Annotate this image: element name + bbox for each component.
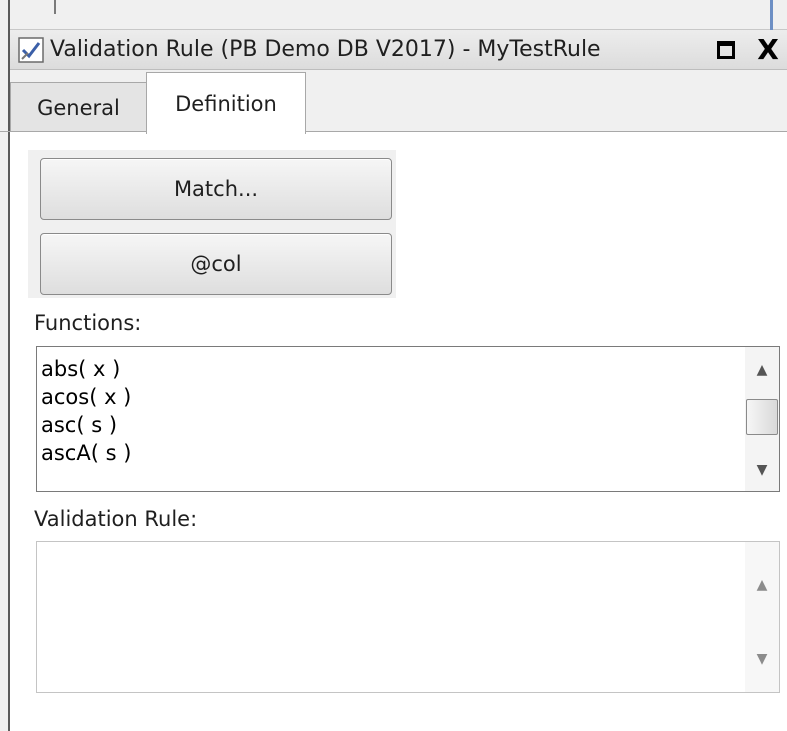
functions-list[interactable]: abs( x ) acos( x ) asc( s ) ascA( s ) ▲ …: [36, 346, 780, 492]
rule-scrollbar[interactable]: ▲ ▼: [745, 542, 779, 692]
validation-rule-label: Validation Rule:: [34, 507, 198, 531]
scroll-down-icon[interactable]: ▼: [745, 453, 779, 487]
tab-general[interactable]: General: [10, 82, 147, 132]
tab-definition[interactable]: Definition: [146, 72, 306, 134]
col-button[interactable]: @col: [40, 233, 392, 295]
functions-label: Functions:: [34, 311, 142, 335]
functions-items: abs( x ) acos( x ) asc( s ) ascA( s ): [41, 355, 131, 467]
window-title: Validation Rule (PB Demo DB V2017) - MyT…: [50, 37, 601, 62]
tab-strip: General Definition: [10, 70, 787, 134]
frame-tick: [54, 0, 56, 14]
title-bar[interactable]: Validation Rule (PB Demo DB V2017) - MyT…: [10, 30, 787, 70]
maximize-icon: [717, 41, 735, 59]
list-item[interactable]: abs( x ): [41, 355, 131, 383]
list-item[interactable]: asc( s ): [41, 411, 131, 439]
scroll-thumb[interactable]: [746, 399, 778, 435]
frame-edge: [770, 0, 773, 30]
scroll-up-icon[interactable]: ▲: [745, 353, 779, 387]
window-frame-left: [0, 0, 10, 731]
scroll-up-icon[interactable]: ▲: [745, 568, 779, 602]
scroll-down-icon[interactable]: ▼: [745, 642, 779, 676]
match-button[interactable]: Match...: [40, 158, 392, 220]
functions-scrollbar[interactable]: ▲ ▼: [745, 347, 779, 491]
validation-rule-icon: [18, 37, 44, 63]
list-item[interactable]: acos( x ): [41, 383, 131, 411]
validation-rule-editor[interactable]: ▲ ▼: [36, 541, 780, 693]
close-button[interactable]: X: [748, 34, 787, 66]
maximize-button[interactable]: [714, 38, 738, 62]
window-frame-top: [10, 0, 787, 30]
list-item[interactable]: ascA( s ): [41, 439, 131, 467]
